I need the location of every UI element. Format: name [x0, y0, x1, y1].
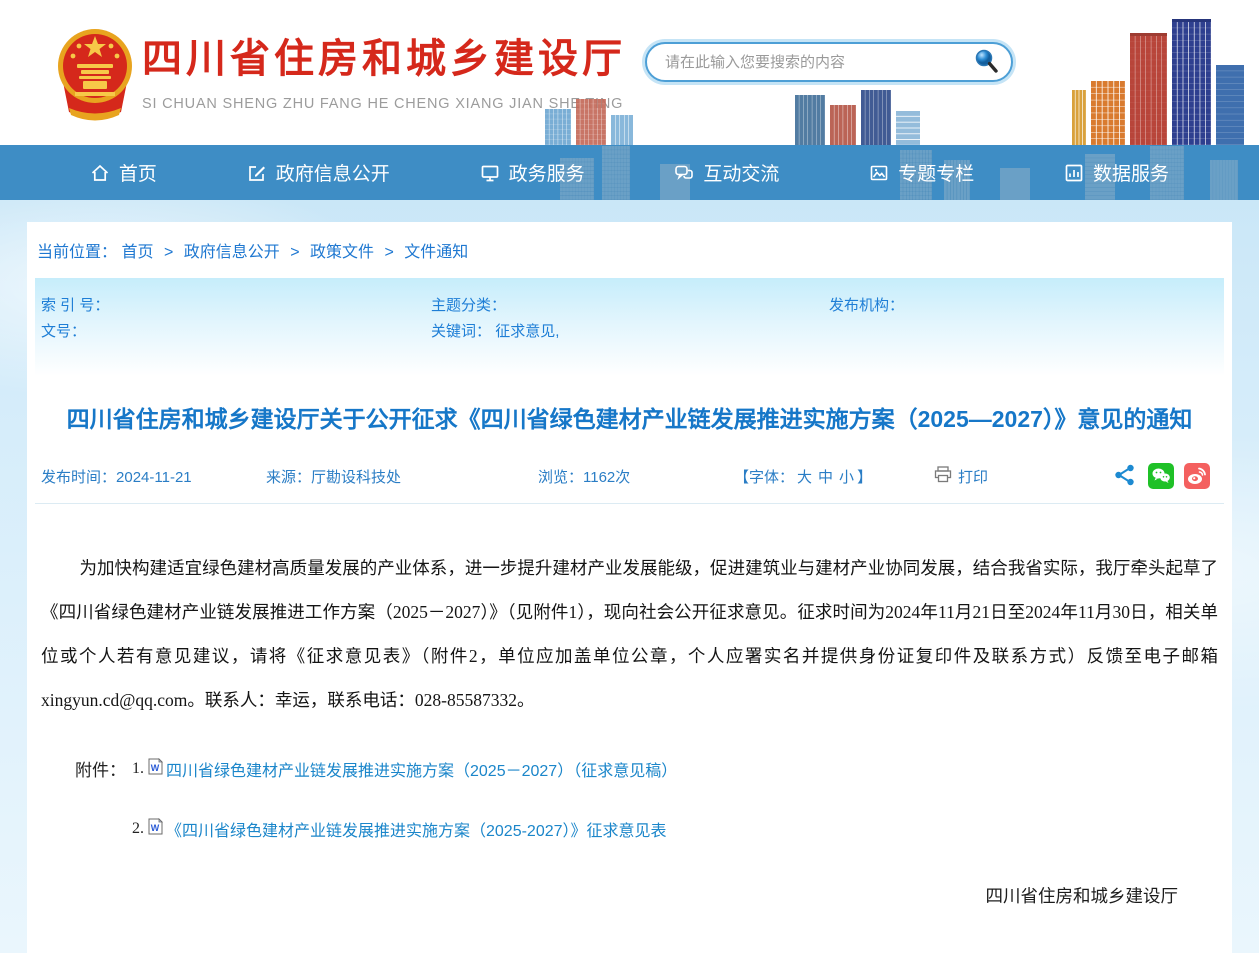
nav-item-gov-info[interactable]: 政府信息公开 [247, 159, 390, 186]
word-doc-icon: W [148, 818, 163, 840]
article-source: 来源：厅勘设科技处 [266, 466, 538, 487]
attachment-link-1[interactable]: 四川省绿色建材产业链发展推进实施方案（2025－2027）（征求意见稿） [166, 757, 677, 781]
share-button[interactable] [1112, 463, 1138, 489]
doc-keywords-field: 关键词： 征求意见, [431, 320, 829, 341]
home-icon [90, 163, 110, 183]
site-header: 四川省住房和城乡建设厅 SI CHUAN SHENG ZHU FANG HE C… [0, 0, 1259, 145]
nav-item-label: 政府信息公开 [276, 159, 390, 186]
article-signature: 四川省住房和城乡建设厅 [27, 883, 1232, 908]
main-nav: 首页 政府信息公开 政务服务 [0, 145, 1259, 200]
breadcrumb-label: 当前位置： [37, 244, 117, 261]
attachment-row: 附件： 1. W 四川省绿色建材产业链发展推进实施方案（2025－2027）（征… [75, 756, 1232, 781]
search-input[interactable] [665, 54, 971, 71]
doc-number-field: 文号： [41, 320, 431, 341]
font-size-large[interactable]: 大 [797, 469, 812, 486]
nav-building-silhouette [1210, 160, 1238, 200]
site-title: 四川省住房和城乡建设厅 [142, 26, 626, 84]
font-size-control: 【字体：大中小】 [734, 466, 934, 487]
search-box [645, 42, 1013, 82]
attachment-row: 2. W 《四川省绿色建材产业链发展推进实施方案（2025-2027）》征求意见… [132, 817, 1232, 841]
weibo-share-button[interactable] [1184, 463, 1210, 489]
breadcrumb-separator: > [384, 244, 393, 261]
breadcrumb-item-home[interactable]: 首页 [121, 244, 153, 261]
attachments-label: 附件： [75, 756, 126, 781]
attachment-link-2[interactable]: 《四川省绿色建材产业链发展推进实施方案（2025-2027）》征求意见表 [166, 817, 667, 841]
nav-item-services[interactable]: 政务服务 [480, 159, 585, 186]
font-size-medium[interactable]: 中 [818, 469, 833, 486]
share-bar [1112, 463, 1210, 489]
printer-icon [934, 466, 952, 487]
doc-category-field: 主题分类： [431, 294, 829, 315]
content-box: 当前位置： 首页 > 政府信息公开 > 政策文件 > 文件通知 索 引 号： 主… [27, 222, 1232, 953]
nav-item-special-topics[interactable]: 专题专栏 [869, 159, 974, 186]
wechat-share-button[interactable] [1148, 463, 1174, 489]
attachments-section: 附件： 1. W 四川省绿色建材产业链发展推进实施方案（2025－2027）（征… [75, 756, 1232, 841]
monitor-icon [480, 163, 500, 183]
buildings-decoration-mid2 [795, 90, 925, 145]
font-size-small[interactable]: 小 [839, 469, 854, 486]
word-doc-icon: W [148, 758, 163, 780]
wechat-icon [1148, 477, 1174, 492]
nav-building-silhouette [1000, 168, 1030, 200]
breadcrumb-separator: > [290, 244, 299, 261]
nav-item-data-services[interactable]: 数据服务 [1064, 159, 1169, 186]
view-count: 浏览：1162次 [538, 466, 734, 487]
nav-item-label: 互动交流 [703, 159, 779, 186]
breadcrumb-item-notices[interactable]: 文件通知 [404, 244, 468, 261]
doc-info-panel: 索 引 号： 主题分类： 发布机构： 文号： 关键词： 征求意见, [35, 278, 1224, 376]
breadcrumb: 当前位置： 首页 > 政府信息公开 > 政策文件 > 文件通知 [27, 222, 1232, 272]
publish-time: 发布时间：2024-11-21 [41, 466, 266, 487]
magnifier-icon [973, 62, 999, 77]
article-title: 四川省住房和城乡建设厅关于公开征求《四川省绿色建材产业链发展推进实施方案（202… [57, 400, 1202, 439]
page: 四川省住房和城乡建设厅 SI CHUAN SHENG ZHU FANG HE C… [0, 0, 1259, 953]
article-paragraph: 为加快构建适宜绿色建材高质量发展的产业体系，进一步提升建材产业发展能级，促进建筑… [41, 546, 1218, 722]
nav-item-interaction[interactable]: 互动交流 [674, 159, 779, 186]
nav-item-label: 首页 [119, 159, 157, 186]
breadcrumb-item-policy-docs[interactable]: 政策文件 [310, 244, 374, 261]
nav-building-silhouette [602, 146, 630, 200]
search-button[interactable] [971, 47, 1001, 77]
album-icon [869, 163, 889, 183]
edit-square-icon [247, 163, 267, 183]
nav-item-label: 数据服务 [1093, 159, 1169, 186]
national-emblem-logo [55, 20, 135, 124]
buildings-decoration-mid [545, 99, 638, 145]
chat-bubbles-icon [674, 163, 694, 183]
bar-chart-icon [1064, 163, 1084, 183]
weibo-icon [1184, 477, 1210, 492]
nav-item-label: 专题专栏 [898, 159, 974, 186]
print-button[interactable]: 打印 [934, 466, 988, 487]
nav-item-label: 政务服务 [509, 159, 585, 186]
buildings-decoration-right [1072, 19, 1249, 145]
svg-text:W: W [151, 763, 160, 773]
doc-publisher-field: 发布机构： [829, 294, 1224, 315]
breadcrumb-separator: > [164, 244, 173, 261]
article-meta-row: 发布时间：2024-11-21 来源：厅勘设科技处 浏览：1162次 【字体：大… [35, 463, 1224, 504]
svg-text:W: W [151, 823, 160, 833]
share-nodes-icon [1113, 475, 1137, 490]
nav-item-home[interactable]: 首页 [90, 159, 157, 186]
breadcrumb-item-gov-info[interactable]: 政府信息公开 [184, 244, 280, 261]
doc-index-field: 索 引 号： [41, 294, 431, 315]
